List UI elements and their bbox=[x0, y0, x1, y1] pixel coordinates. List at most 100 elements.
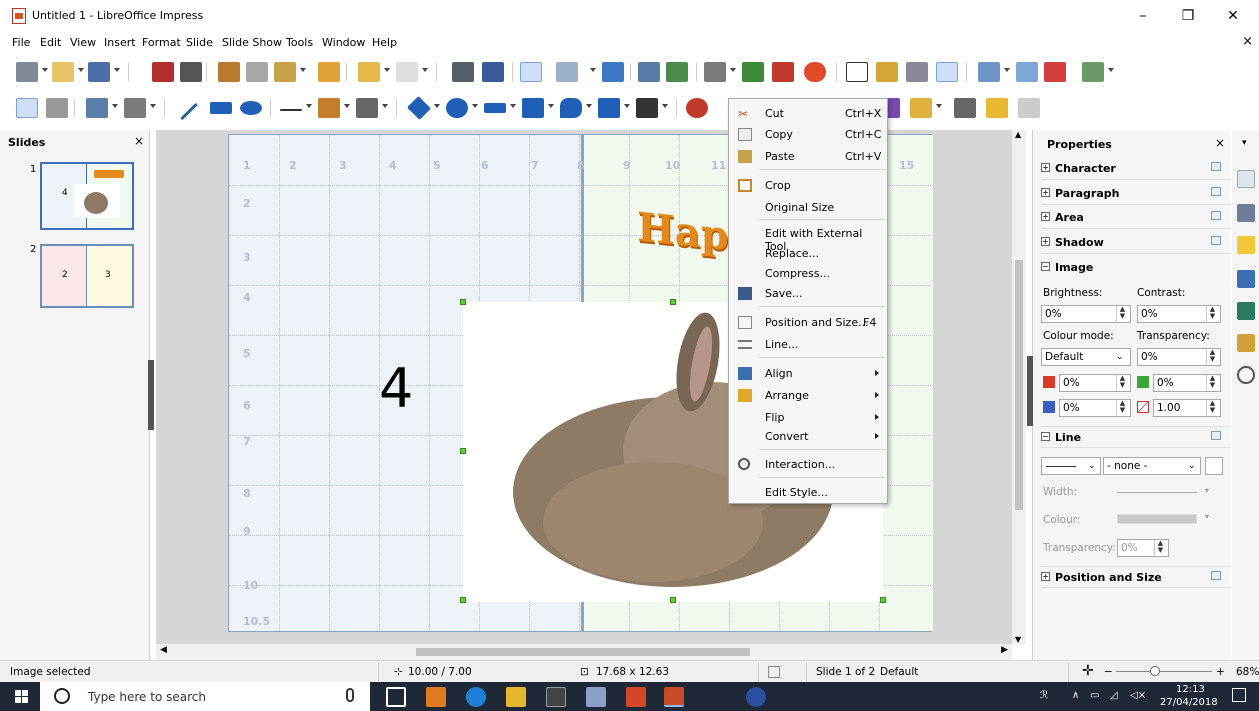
scroll-down-icon[interactable]: ▼ bbox=[1015, 635, 1021, 644]
insert-media-icon[interactable] bbox=[772, 62, 794, 82]
copy-icon[interactable] bbox=[246, 62, 268, 82]
master-slide-icon[interactable] bbox=[602, 62, 624, 82]
symbol-shapes-icon[interactable] bbox=[446, 98, 468, 118]
section-position-and-size[interactable]: + Position and Size bbox=[1041, 566, 1231, 588]
hyperlink-icon[interactable] bbox=[906, 62, 928, 82]
redo-icon[interactable] bbox=[396, 62, 418, 82]
menu-item-interaction[interactable]: Interaction... bbox=[729, 454, 887, 474]
menu-item-convert[interactable]: Convert bbox=[729, 426, 887, 446]
polygon-icon[interactable] bbox=[954, 98, 976, 118]
line-transparency-input[interactable]: 0% ▲ ▼ bbox=[1117, 539, 1169, 557]
master-slides-tab-icon[interactable] bbox=[1237, 204, 1255, 222]
spin-icon[interactable]: ▲ ▼ bbox=[1154, 540, 1166, 556]
delete-slide-icon[interactable] bbox=[1044, 62, 1066, 82]
scroll-left-icon[interactable]: ◀ bbox=[160, 645, 167, 655]
spin-icon[interactable]: ▲ ▼ bbox=[1116, 400, 1128, 416]
spin-icon[interactable]: ▲ ▼ bbox=[1206, 375, 1218, 391]
scroll-up-icon[interactable]: ▲ bbox=[1015, 130, 1021, 139]
microphone-icon[interactable] bbox=[346, 688, 354, 702]
colour-mode-select[interactable]: Default ⌄ bbox=[1041, 348, 1131, 366]
dropdown-arrow-icon[interactable] bbox=[472, 104, 478, 108]
spelling-icon[interactable] bbox=[482, 62, 504, 82]
section-line[interactable]: − Line bbox=[1041, 426, 1231, 448]
start-from-current-icon[interactable] bbox=[666, 62, 688, 82]
close-button[interactable]: ✕ bbox=[1211, 4, 1255, 28]
glue-points-icon[interactable] bbox=[910, 98, 932, 118]
dropdown-arrow-icon[interactable] bbox=[78, 68, 84, 72]
line-width-preview[interactable] bbox=[1117, 492, 1197, 493]
selection-handle[interactable] bbox=[670, 299, 676, 305]
zoom-pan-icon[interactable] bbox=[46, 98, 68, 118]
show-draw-functions-icon[interactable] bbox=[936, 62, 958, 82]
file-explorer-icon[interactable] bbox=[506, 687, 526, 707]
menu-item-position-and-size[interactable]: Position and Size... F4 bbox=[729, 312, 887, 332]
menu-edit[interactable]: Edit bbox=[40, 36, 61, 49]
properties-close-icon[interactable]: × bbox=[1215, 136, 1225, 150]
menu-view[interactable]: View bbox=[70, 36, 96, 49]
dropdown-arrow-icon[interactable] bbox=[936, 104, 942, 108]
extrusion-icon[interactable] bbox=[1018, 98, 1040, 118]
spin-icon[interactable]: ▲ ▼ bbox=[1116, 375, 1128, 391]
zoom-slider-thumb[interactable] bbox=[1150, 666, 1160, 676]
dropdown-arrow-icon[interactable] bbox=[422, 68, 428, 72]
start-from-first-icon[interactable] bbox=[638, 62, 660, 82]
volume-icon[interactable]: ◁× bbox=[1130, 690, 1146, 701]
rectangle-tool-icon[interactable] bbox=[210, 102, 232, 114]
slide-thumbnail-2[interactable]: 2 3 bbox=[40, 244, 134, 308]
menu-item-line[interactable]: Line... bbox=[729, 334, 887, 354]
selection-handle[interactable] bbox=[460, 448, 466, 454]
clone-formatting-icon[interactable] bbox=[318, 62, 340, 82]
section-shadow[interactable]: + Shadow bbox=[1041, 232, 1231, 254]
open-folder-icon[interactable] bbox=[52, 62, 74, 82]
slides-panel-close-icon[interactable]: × bbox=[134, 134, 144, 148]
curve-icon[interactable] bbox=[318, 98, 340, 118]
paint-icon[interactable] bbox=[586, 687, 606, 707]
gallery-tab-icon[interactable] bbox=[1237, 334, 1255, 352]
undo-icon[interactable] bbox=[358, 62, 380, 82]
table-icon[interactable] bbox=[704, 62, 726, 82]
menu-item-arrange[interactable]: Arrange bbox=[729, 385, 887, 405]
dropdown-arrow-icon[interactable] bbox=[730, 68, 736, 72]
more-options-icon[interactable] bbox=[1211, 571, 1221, 580]
fill-color-icon[interactable] bbox=[124, 98, 146, 118]
clock-time[interactable]: 12:13 bbox=[1176, 684, 1205, 695]
section-image[interactable]: − Image bbox=[1041, 257, 1231, 279]
slide-transition-icon[interactable] bbox=[1082, 62, 1104, 82]
arrow-style-select[interactable]: - none - ⌄ bbox=[1103, 457, 1201, 475]
app-icon[interactable] bbox=[746, 687, 766, 707]
menu-item-compress[interactable]: Compress... bbox=[729, 263, 887, 283]
brightness-input[interactable]: 0% ▲ ▼ bbox=[1041, 305, 1131, 323]
minimize-button[interactable]: – bbox=[1121, 4, 1165, 28]
people-icon[interactable]: ℛ bbox=[1040, 690, 1048, 701]
spin-icon[interactable]: ▲ ▼ bbox=[1206, 349, 1218, 365]
connector-icon[interactable] bbox=[356, 98, 378, 118]
menu-item-copy[interactable]: Copy Ctrl+C bbox=[729, 124, 887, 144]
libreoffice-impress-taskbar-icon[interactable] bbox=[664, 687, 684, 707]
draw-pen-icon[interactable] bbox=[986, 98, 1008, 118]
horizontal-scrollbar-thumb[interactable] bbox=[416, 648, 750, 656]
dropdown-arrow-icon[interactable] bbox=[510, 104, 516, 108]
dropdown-arrow-icon[interactable] bbox=[434, 104, 440, 108]
find-replace-icon[interactable] bbox=[452, 62, 474, 82]
more-options-icon[interactable] bbox=[1211, 187, 1221, 196]
green-input[interactable]: 0% ▲ ▼ bbox=[1153, 374, 1221, 392]
line-color-icon[interactable] bbox=[86, 98, 108, 118]
block-arrows-icon[interactable] bbox=[484, 103, 506, 113]
horizontal-scrollbar[interactable]: ◀ ▶ bbox=[156, 644, 1012, 660]
print-icon[interactable] bbox=[180, 62, 202, 82]
section-character[interactable]: + Character bbox=[1041, 158, 1231, 180]
line-style-select[interactable]: ⌄ bbox=[1041, 457, 1101, 475]
close-document-icon[interactable]: × bbox=[1242, 34, 1253, 49]
duplicate-slide-icon[interactable] bbox=[1016, 62, 1038, 82]
fontwork-icon[interactable] bbox=[876, 62, 898, 82]
spin-icon[interactable]: ▲ ▼ bbox=[1206, 400, 1218, 416]
display-views-icon[interactable] bbox=[556, 62, 578, 82]
more-options-icon[interactable] bbox=[1211, 431, 1221, 440]
zoom-slider-track[interactable] bbox=[1116, 671, 1212, 672]
menu-item-align[interactable]: Align bbox=[729, 363, 887, 383]
ellipse-tool-icon[interactable] bbox=[240, 101, 262, 115]
section-paragraph[interactable]: + Paragraph bbox=[1041, 183, 1231, 205]
network-icon[interactable]: ◿ bbox=[1110, 690, 1118, 701]
insert-chart-icon[interactable] bbox=[804, 62, 826, 82]
dropdown-arrow-icon[interactable] bbox=[42, 68, 48, 72]
